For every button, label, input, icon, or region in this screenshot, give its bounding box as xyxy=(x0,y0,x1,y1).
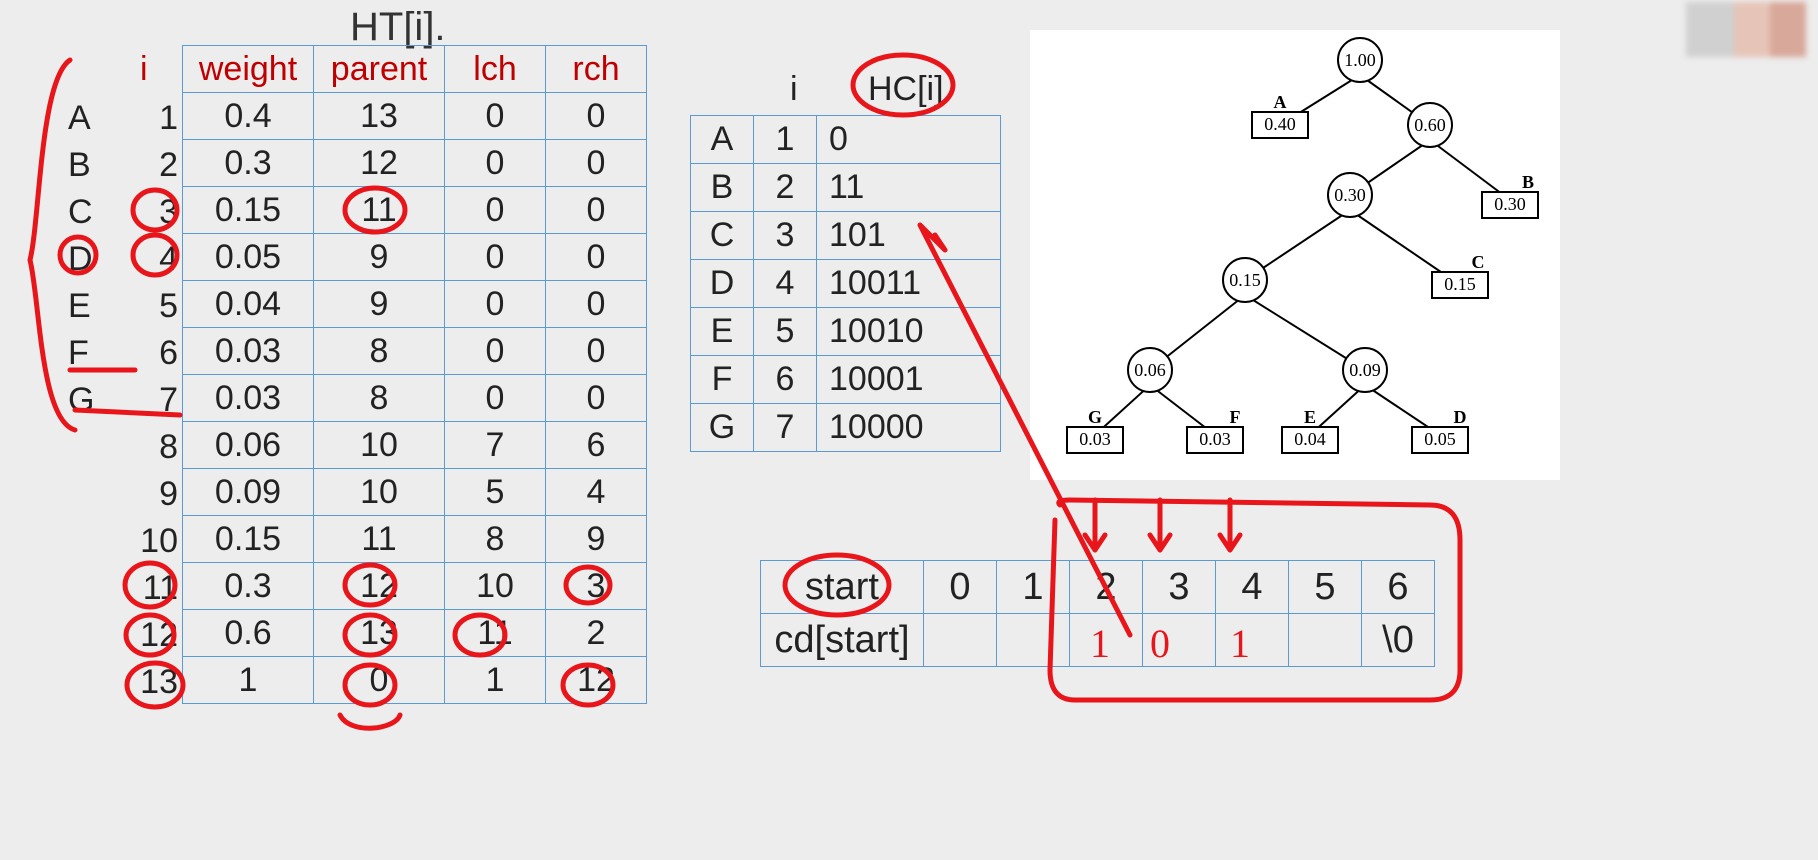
ht-table: weight parent lch rch 0.41300 0.31200 0.… xyxy=(182,45,647,704)
svg-text:G: G xyxy=(1088,407,1102,427)
table-row: 0.151189 xyxy=(183,516,647,563)
svg-text:F: F xyxy=(1230,407,1241,427)
table-row: E510010 xyxy=(691,308,1001,356)
table-row: 0.03800 xyxy=(183,375,647,422)
svg-text:0.03: 0.03 xyxy=(1079,429,1111,449)
table-row: 0.613112 xyxy=(183,610,647,657)
table-row: A10 xyxy=(691,116,1001,164)
hc-hc-header: HC[i] xyxy=(868,70,944,109)
ht-row-labels: A1 B2 C3 D4 E5 F6 G7 8 9 10 11 12 13 xyxy=(68,95,178,706)
table-row: C3101 xyxy=(691,212,1001,260)
diagram-canvas: HT[i]. i A1 B2 C3 D4 E5 F6 G7 8 9 10 11 … xyxy=(0,0,1818,860)
table-row: B211 xyxy=(691,164,1001,212)
ht-i-header: i xyxy=(140,50,148,89)
svg-text:0.30: 0.30 xyxy=(1334,185,1366,205)
table-row: 0.151100 xyxy=(183,187,647,234)
svg-text:0.09: 0.09 xyxy=(1349,360,1381,380)
svg-text:0.15: 0.15 xyxy=(1444,274,1476,294)
table-row: 0.04900 xyxy=(183,281,647,328)
svg-text:A: A xyxy=(1274,92,1287,112)
svg-text:0.60: 0.60 xyxy=(1414,115,1446,135)
table-row: 0.31200 xyxy=(183,140,647,187)
hc-i-header: i xyxy=(790,70,798,109)
table-row: 0.312103 xyxy=(183,563,647,610)
ink-cd3: 1 xyxy=(1090,620,1110,667)
table-row: 0.05900 xyxy=(183,234,647,281)
svg-text:1.00: 1.00 xyxy=(1344,50,1376,70)
table-row: G710000 xyxy=(691,404,1001,452)
svg-text:0.30: 0.30 xyxy=(1494,194,1526,214)
table-row: F610001 xyxy=(691,356,1001,404)
table-row: 0.061076 xyxy=(183,422,647,469)
table-row: 0.091054 xyxy=(183,469,647,516)
webcam-thumbnail xyxy=(1686,2,1806,57)
svg-text:0.15: 0.15 xyxy=(1229,270,1261,290)
table-row: 0.41300 xyxy=(183,93,647,140)
huffman-tree: 1.00 0.60 0.30 0.15 0.06 0.09 A 0.40 B 0… xyxy=(1030,30,1560,480)
table-row: 0.03800 xyxy=(183,328,647,375)
table-row: 10112 xyxy=(183,657,647,704)
svg-text:D: D xyxy=(1454,407,1467,427)
table-row: D410011 xyxy=(691,260,1001,308)
svg-text:0.06: 0.06 xyxy=(1134,360,1166,380)
svg-text:0.03: 0.03 xyxy=(1199,429,1231,449)
hc-table: A10 B211 C3101 D410011 E510010 F610001 G… xyxy=(690,115,1001,452)
svg-text:C: C xyxy=(1472,252,1485,272)
svg-text:0.40: 0.40 xyxy=(1264,114,1296,134)
ink-cd5: 1 xyxy=(1230,620,1250,667)
svg-text:0.05: 0.05 xyxy=(1424,429,1456,449)
ht-title: HT[i]. xyxy=(350,5,446,50)
svg-text:0.04: 0.04 xyxy=(1294,429,1326,449)
svg-text:E: E xyxy=(1304,407,1316,427)
svg-text:B: B xyxy=(1522,172,1534,192)
ink-cd4: 0 xyxy=(1150,620,1170,667)
